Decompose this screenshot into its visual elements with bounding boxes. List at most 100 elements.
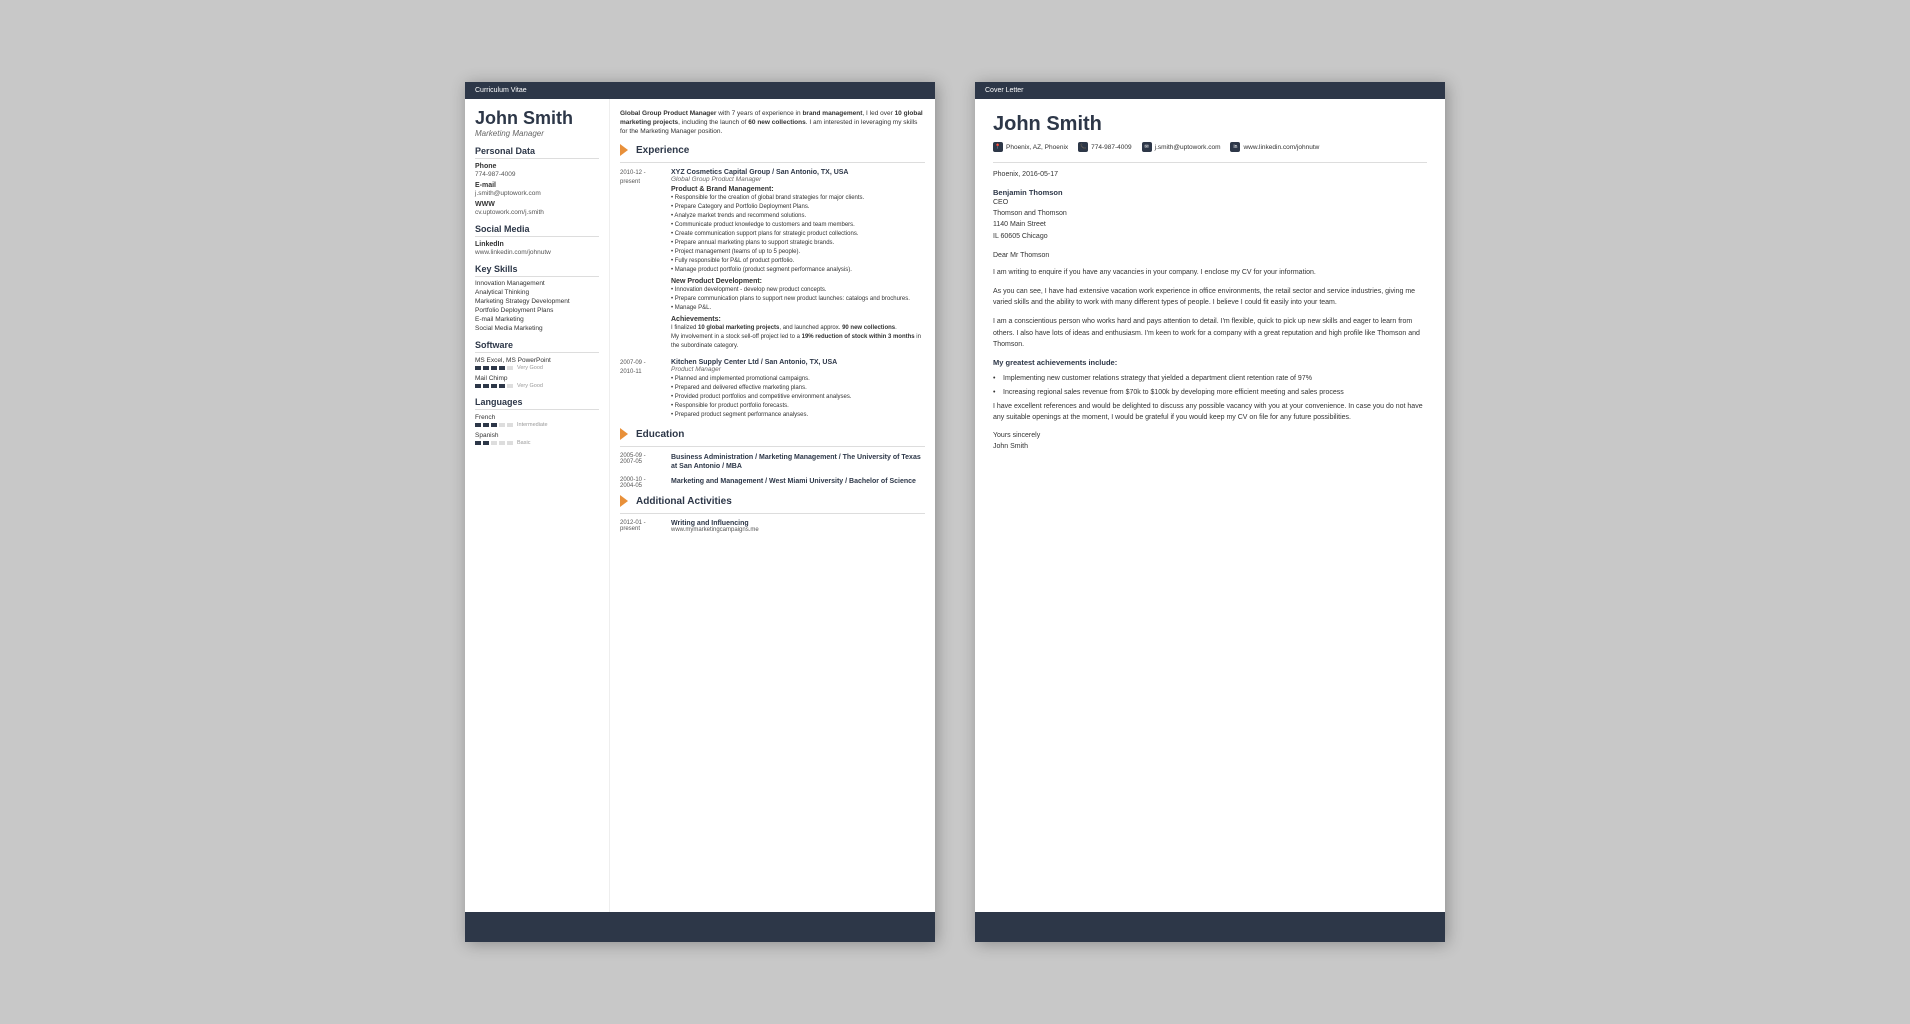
- skill-analytical: Analytical Thinking: [475, 289, 599, 296]
- rating-dot: [499, 423, 505, 427]
- exp-bullet: • Prepared and delivered effective marke…: [671, 384, 925, 393]
- exp-bullet: • Innovation development - develop new p…: [671, 286, 925, 295]
- edu-item-1: 2005-09 -2007-05 Business Administration…: [620, 453, 925, 471]
- act-content-1: Writing and Influencing www.mymarketingc…: [671, 520, 925, 533]
- experience-section-title: Experience: [620, 144, 925, 156]
- software-mailchimp: Mail Chimp Very Good: [475, 375, 599, 389]
- experience-label: Experience: [636, 145, 689, 156]
- cl-location: 📍 Phoenix, AZ, Phoenix: [993, 142, 1068, 152]
- cv-footer-bar: [465, 912, 935, 942]
- cv-main-content: Global Group Product Manager with 7 year…: [610, 99, 935, 912]
- exp-company-1: XYZ Cosmetics Capital Group / San Antoni…: [671, 169, 925, 176]
- activity-item-1: 2012-01 -present Writing and Influencing…: [620, 520, 925, 533]
- cl-achievement-1: Implementing new customer relations stra…: [993, 373, 1427, 384]
- software-mailchimp-rating: Very Good: [475, 383, 599, 389]
- exp-bullet: • Prepare communication plans to support…: [671, 295, 925, 304]
- email-value: j.smith@uptowork.com: [475, 190, 599, 197]
- linkedin-icon: in: [1230, 142, 1240, 152]
- experience-arrow-icon: [620, 144, 628, 156]
- cover-letter-document: Cover Letter John Smith 📍 Phoenix, AZ, P…: [975, 82, 1445, 942]
- cv-document: Curriculum Vitae John Smith Marketing Ma…: [465, 82, 935, 942]
- cl-recipient-company: Thomson and Thomson: [993, 208, 1427, 219]
- cl-recipient: Benjamin Thomson CEO Thomson and Thomson…: [993, 188, 1427, 242]
- rating-dot: [491, 384, 497, 388]
- rating-label: Basic: [517, 440, 530, 446]
- edu-content-2: Marketing and Management / West Miami Un…: [671, 477, 925, 489]
- cl-recipient-title: CEO: [993, 197, 1427, 208]
- exp-bullet: • Create communication support plans for…: [671, 230, 925, 239]
- french-label: French: [475, 414, 599, 421]
- skill-innovation: Innovation Management: [475, 280, 599, 287]
- cl-linkedin: in www.linkedin.com/johnutw: [1230, 142, 1319, 152]
- phone-icon: 📞: [1078, 142, 1088, 152]
- skill-marketing-strategy: Marketing Strategy Development: [475, 298, 599, 305]
- rating-label: Intermediate: [517, 422, 548, 428]
- cl-phone: 📞 774-987-4009: [1078, 142, 1131, 152]
- cl-paragraph-3: I am a conscientious person who works ha…: [993, 316, 1427, 350]
- exp-content-2: Kitchen Supply Center Ltd / San Antonio,…: [671, 359, 925, 420]
- languages-section: Languages: [475, 397, 599, 410]
- exp-achievement-2: My involvement in a stock sell-off proje…: [671, 333, 925, 351]
- social-media-section: Social Media: [475, 224, 599, 237]
- activities-arrow-icon: [620, 495, 628, 507]
- exp-bullet: • Planned and implemented promotional ca…: [671, 375, 925, 384]
- edu-degree-2: Marketing and Management / West Miami Un…: [671, 477, 925, 486]
- experience-item-2: 2007-09 -2010-11 Kitchen Supply Center L…: [620, 359, 925, 420]
- cv-job-title: Marketing Manager: [475, 129, 599, 138]
- act-detail-1: www.mymarketingcampaigns.me: [671, 527, 925, 533]
- french-rating: Intermediate: [475, 422, 599, 428]
- rating-dot: [491, 441, 497, 445]
- edu-content-1: Business Administration / Marketing Mana…: [671, 453, 925, 471]
- linkedin-value: www.linkedin.com/johnutw: [475, 249, 599, 256]
- exp-bullet: • Manage P&L.: [671, 304, 925, 313]
- cl-recipient-city: IL 60605 Chicago: [993, 231, 1427, 242]
- www-value: cv.uptowork.com/j.smith: [475, 209, 599, 216]
- edu-date-1: 2005-09 -2007-05: [620, 453, 665, 471]
- edu-date-2: 2000-10 -2004-05: [620, 477, 665, 489]
- software-excel: MS Excel, MS PowerPoint Very Good: [475, 357, 599, 371]
- cv-header-bar: Curriculum Vitae: [465, 82, 935, 99]
- skill-social: Social Media Marketing: [475, 325, 599, 332]
- exp-company-2: Kitchen Supply Center Ltd / San Antonio,…: [671, 359, 925, 366]
- cv-summary: Global Group Product Manager with 7 year…: [620, 109, 925, 136]
- www-label: WWW: [475, 201, 599, 208]
- software-excel-rating: Very Good: [475, 365, 599, 371]
- cl-achievement-2: Increasing regional sales revenue from $…: [993, 387, 1427, 398]
- exp-bullet: • Responsible for the creation of global…: [671, 194, 925, 203]
- software-section: Software: [475, 340, 599, 353]
- edu-degree-1: Business Administration / Marketing Mana…: [671, 453, 925, 471]
- rating-dot: [499, 441, 505, 445]
- email-label: E-mail: [475, 182, 599, 189]
- rating-label: Very Good: [517, 383, 543, 389]
- cl-recipient-address: 1140 Main Street: [993, 219, 1427, 230]
- activities-section-title: Additional Activities: [620, 495, 925, 507]
- exp-bullet: • Communicate product knowledge to custo…: [671, 221, 925, 230]
- rating-dot: [483, 384, 489, 388]
- personal-data-section: Personal Data: [475, 146, 599, 159]
- cl-linkedin-text: www.linkedin.com/johnutw: [1243, 144, 1319, 151]
- skill-email: E-mail Marketing: [475, 316, 599, 323]
- experience-item-1: 2010-12 -present XYZ Cosmetics Capital G…: [620, 169, 925, 351]
- exp-bullet: • Analyze market trends and recommend so…: [671, 212, 925, 221]
- language-french: French Intermediate: [475, 414, 599, 428]
- rating-dot: [499, 366, 505, 370]
- linkedin-label: LinkedIn: [475, 241, 599, 248]
- rating-dot: [483, 423, 489, 427]
- exp-bullet: • Manage product portfolio (product segm…: [671, 266, 925, 275]
- exp-role-2: Product Manager: [671, 366, 925, 373]
- cl-recipient-name: Benjamin Thomson: [993, 188, 1427, 197]
- cv-name: John Smith: [475, 109, 599, 129]
- cl-contact-row: 📍 Phoenix, AZ, Phoenix 📞 774-987-4009 ✉ …: [993, 142, 1427, 152]
- email-icon: ✉: [1142, 142, 1152, 152]
- exp-achievement-1: I finalized 10 global marketing projects…: [671, 324, 925, 333]
- rating-dot: [499, 384, 505, 388]
- exp-achievements-title: Achievements:: [671, 316, 925, 323]
- rating-dot: [507, 441, 513, 445]
- cl-header-label: Cover Letter: [985, 87, 1024, 94]
- cl-location-text: Phoenix, AZ, Phoenix: [1006, 144, 1068, 151]
- cl-paragraph-2: As you can see, I have had extensive vac…: [993, 286, 1427, 308]
- rating-dot: [483, 441, 489, 445]
- rating-dot: [475, 366, 481, 370]
- exp-bullet: • Fully responsible for P&L of product p…: [671, 257, 925, 266]
- cl-phone-text: 774-987-4009: [1091, 144, 1131, 151]
